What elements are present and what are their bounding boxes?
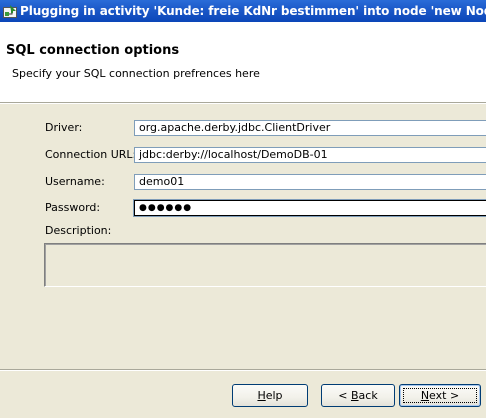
window-title: Plugging in activity 'Kunde: freie KdNr …: [20, 4, 486, 18]
driver-label: Driver:: [45, 121, 83, 134]
username-label: Username:: [45, 175, 105, 188]
title-bar[interactable]: Plugging in activity 'Kunde: freie KdNr …: [0, 0, 486, 22]
dialog-window: Plugging in activity 'Kunde: freie KdNr …: [0, 0, 486, 418]
back-button-label: < Back: [338, 389, 378, 402]
page-title: SQL connection options: [6, 43, 180, 58]
next-button-label: Next >: [420, 389, 460, 402]
banner-divider: [0, 103, 486, 104]
connection-url-field[interactable]: jdbc:derby://localhost/DemoDB-01: [134, 147, 486, 163]
connection-url-label: Connection URL:: [45, 148, 137, 161]
workflow-plug-icon: [3, 4, 17, 18]
header-banner: SQL connection options Specify your SQL …: [0, 22, 486, 103]
password-field[interactable]: ●●●●●●: [133, 199, 486, 217]
username-field[interactable]: demo01: [134, 174, 486, 190]
button-bar-separator: [0, 369, 486, 371]
help-button[interactable]: Help: [232, 384, 308, 407]
back-button[interactable]: < Back: [321, 384, 395, 407]
password-label: Password:: [45, 201, 101, 214]
description-field-inner: [45, 244, 486, 286]
next-button[interactable]: Next >: [399, 384, 481, 407]
help-button-label: Help: [257, 389, 283, 402]
page-subtitle: Specify your SQL connection prefrences h…: [12, 67, 260, 80]
description-field[interactable]: [44, 243, 486, 287]
description-label: Description:: [45, 224, 112, 237]
driver-field[interactable]: org.apache.derby.jdbc.ClientDriver: [134, 120, 486, 136]
